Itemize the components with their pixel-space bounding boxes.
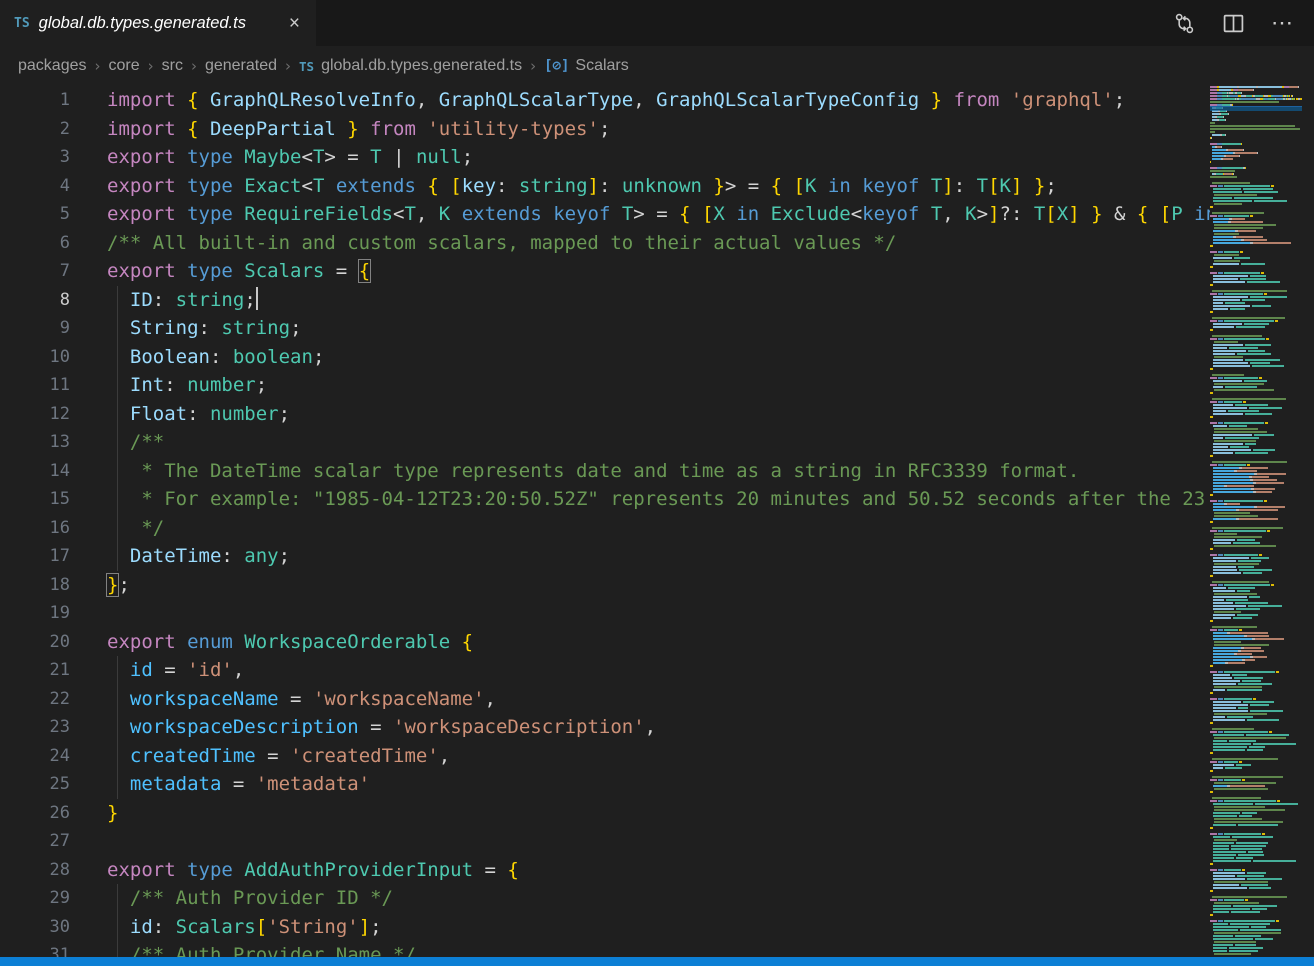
close-tab-icon[interactable]: × <box>285 13 304 34</box>
tab-filename: global.db.types.generated.ts <box>39 14 275 33</box>
code-line[interactable]: 7export type Scalars = { <box>0 257 1210 286</box>
breadcrumb-item-scalars[interactable]: [⊘]Scalars <box>544 57 629 75</box>
code-line[interactable]: 6/** All built-in and custom scalars, ma… <box>0 229 1210 258</box>
code-line[interactable]: 12 Float: number; <box>0 400 1210 429</box>
code-line[interactable]: 16 */ <box>0 514 1210 543</box>
code-line[interactable]: 4export type Exact<T extends { [key: str… <box>0 172 1210 201</box>
symbol-icon: [⊘] <box>544 58 569 74</box>
line-number: 24 <box>0 742 70 771</box>
code-line[interactable]: 22 workspaceName = 'workspaceName', <box>0 685 1210 714</box>
code-line[interactable]: 31 /** Auth Provider Name */ <box>0 941 1210 957</box>
open-changes-icon[interactable] <box>1173 12 1196 35</box>
code-line[interactable]: 3export type Maybe<T> = T | null; <box>0 143 1210 172</box>
code-line[interactable]: 18}; <box>0 571 1210 600</box>
typescript-file-icon: TS <box>299 59 314 74</box>
line-number: 14 <box>0 457 70 486</box>
code-line[interactable]: 11 Int: number; <box>0 371 1210 400</box>
line-number: 20 <box>0 628 70 657</box>
code-line[interactable]: 21 id = 'id', <box>0 656 1210 685</box>
line-number: 6 <box>0 229 70 258</box>
line-number: 2 <box>0 115 70 144</box>
line-number: 30 <box>0 913 70 942</box>
code-line[interactable]: 13 /** <box>0 428 1210 457</box>
code-line[interactable]: 15 * For example: "1985-04-12T23:20:50.5… <box>0 485 1210 514</box>
breadcrumb-separator-icon: › <box>530 57 536 75</box>
minimap-current-line-band <box>1210 106 1302 111</box>
line-number: 12 <box>0 400 70 429</box>
line-number: 23 <box>0 713 70 742</box>
vscode-window: TS global.db.types.generated.ts × <box>0 0 1314 966</box>
line-number: 4 <box>0 172 70 201</box>
code-line[interactable]: 17 DateTime: any; <box>0 542 1210 571</box>
line-number: 7 <box>0 257 70 286</box>
code-line[interactable]: 20export enum WorkspaceOrderable { <box>0 628 1210 657</box>
code-line[interactable]: 1import { GraphQLResolveInfo, GraphQLSca… <box>0 86 1210 115</box>
code-line[interactable]: 26} <box>0 799 1210 828</box>
code-line[interactable]: 23 workspaceDescription = 'workspaceDesc… <box>0 713 1210 742</box>
line-number: 16 <box>0 514 70 543</box>
code-line[interactable]: 29 /** Auth Provider ID */ <box>0 884 1210 913</box>
line-number: 19 <box>0 599 70 628</box>
code-editor[interactable]: 1import { GraphQLResolveInfo, GraphQLSca… <box>0 86 1314 957</box>
line-number: 9 <box>0 314 70 343</box>
line-number: 25 <box>0 770 70 799</box>
line-number: 5 <box>0 200 70 229</box>
code-line[interactable]: 8 ID: string; <box>0 286 1210 315</box>
line-number: 18 <box>0 571 70 600</box>
breadcrumb: packages › core › src › generated › TSglobal.db.… <box>0 46 1314 86</box>
editor-tab[interactable]: TS global.db.types.generated.ts × <box>0 0 316 46</box>
line-number: 13 <box>0 428 70 457</box>
code-line[interactable]: 9 String: string; <box>0 314 1210 343</box>
more-actions-icon[interactable]: ⋯ <box>1271 18 1294 28</box>
code-line[interactable]: 25 metadata = 'metadata' <box>0 770 1210 799</box>
line-number: 8 <box>0 286 70 315</box>
editor-actions: ⋯ <box>1173 0 1314 46</box>
line-number: 3 <box>0 143 70 172</box>
status-bar[interactable] <box>0 957 1314 966</box>
breadcrumb-separator-icon: › <box>285 57 291 75</box>
line-number: 22 <box>0 685 70 714</box>
breadcrumb-item-packages[interactable]: packages <box>18 57 87 75</box>
code-line[interactable]: 2import { DeepPartial } from 'utility-ty… <box>0 115 1210 144</box>
breadcrumb-separator-icon: › <box>95 57 101 75</box>
code-lines: 1import { GraphQLResolveInfo, GraphQLSca… <box>0 86 1210 957</box>
code-line[interactable]: 19 <box>0 599 1210 628</box>
breadcrumb-separator-icon: › <box>191 57 197 75</box>
minimap[interactable] <box>1210 86 1302 957</box>
line-number: 21 <box>0 656 70 685</box>
line-number: 11 <box>0 371 70 400</box>
line-number: 1 <box>0 86 70 115</box>
breadcrumb-item-generated[interactable]: generated <box>205 57 277 75</box>
line-number: 17 <box>0 542 70 571</box>
code-line[interactable]: 30 id: Scalars['String']; <box>0 913 1210 942</box>
line-number: 28 <box>0 856 70 885</box>
text-cursor <box>256 287 258 310</box>
line-number: 10 <box>0 343 70 372</box>
line-number: 29 <box>0 884 70 913</box>
code-line[interactable]: 28export type AddAuthProviderInput = { <box>0 856 1210 885</box>
overview-ruler[interactable] <box>1302 86 1314 957</box>
code-line[interactable]: 5export type RequireFields<T, K extends … <box>0 200 1210 229</box>
breadcrumb-item-global-db-types-generated-ts[interactable]: TSglobal.db.types.generated.ts <box>299 57 522 75</box>
code-line[interactable]: 10 Boolean: boolean; <box>0 343 1210 372</box>
tab-bar: TS global.db.types.generated.ts × <box>0 0 1314 46</box>
breadcrumb-separator-icon: › <box>148 57 154 75</box>
code-line[interactable]: 14 * The DateTime scalar type represents… <box>0 457 1210 486</box>
code-line[interactable]: 24 createdTime = 'createdTime', <box>0 742 1210 771</box>
split-editor-icon[interactable] <box>1222 12 1245 35</box>
breadcrumb-item-core[interactable]: core <box>109 57 140 75</box>
code-line[interactable]: 27 <box>0 827 1210 856</box>
line-number: 15 <box>0 485 70 514</box>
line-number: 26 <box>0 799 70 828</box>
line-number: 31 <box>0 941 70 957</box>
typescript-file-icon: TS <box>14 16 30 31</box>
breadcrumb-item-src[interactable]: src <box>162 57 183 75</box>
line-number: 27 <box>0 827 70 856</box>
